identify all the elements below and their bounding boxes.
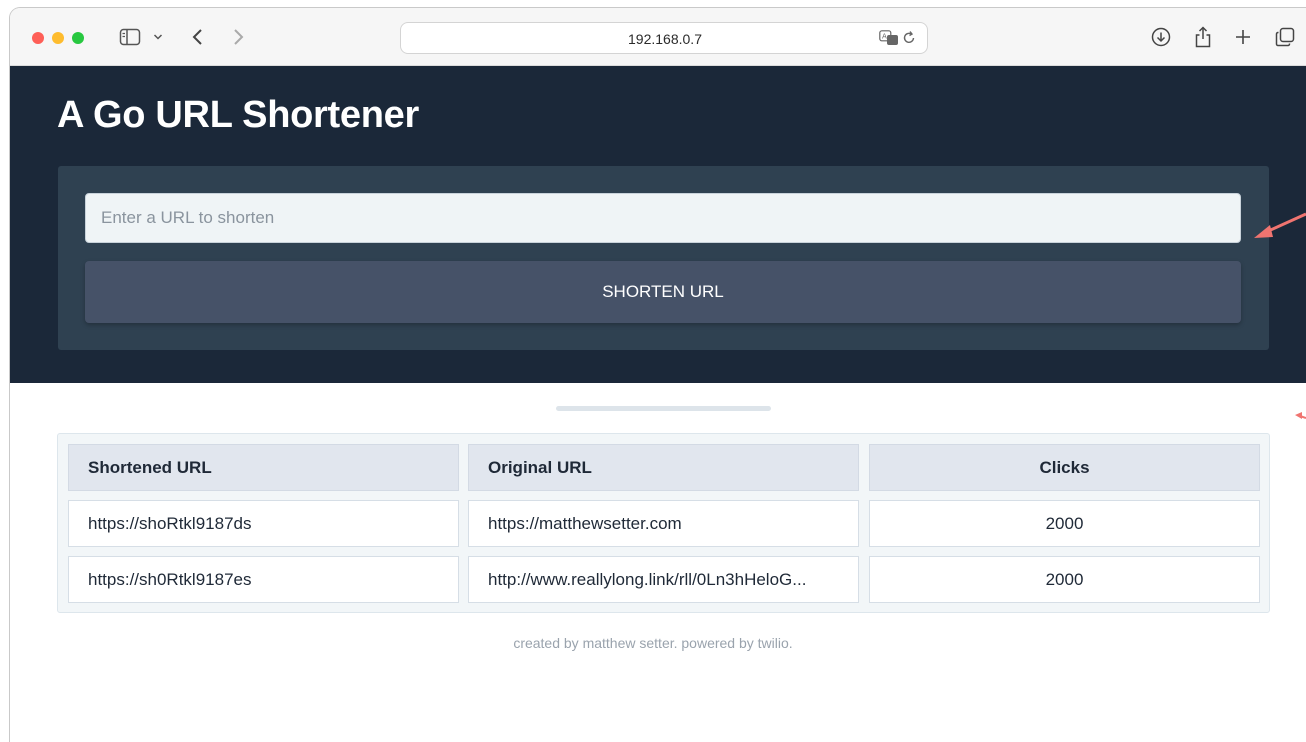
header-section: A Go URL Shortener SHORTEN URL bbox=[10, 66, 1306, 383]
download-icon[interactable] bbox=[1150, 26, 1172, 48]
table-cell-original-url[interactable]: http://www.reallylong.link/rll/0Ln3hHelo… bbox=[468, 556, 859, 603]
zoom-window-button[interactable] bbox=[72, 32, 84, 44]
browser-window: 192.168.0.7 A A Go URL Shortener SHORTEN… bbox=[10, 8, 1306, 742]
forward-icon[interactable] bbox=[228, 26, 248, 48]
browser-toolbar: 192.168.0.7 A bbox=[10, 8, 1306, 66]
shorten-url-button[interactable]: SHORTEN URL bbox=[85, 261, 1241, 323]
table-cell-clicks: 2000 bbox=[869, 500, 1260, 547]
page-title: A Go URL Shortener bbox=[57, 94, 419, 136]
minimize-window-button[interactable] bbox=[52, 32, 64, 44]
table-cell-shortened-url[interactable]: https://shoRtkl9187ds bbox=[68, 500, 459, 547]
annotation-arrow-icon bbox=[1254, 212, 1306, 238]
share-icon[interactable] bbox=[1193, 26, 1213, 48]
chevron-down-icon[interactable] bbox=[150, 26, 166, 48]
footer-text: created by matthew setter. powered by tw… bbox=[513, 635, 793, 651]
translate-icon[interactable]: A bbox=[879, 30, 899, 51]
table-cell-clicks: 2000 bbox=[869, 556, 1260, 603]
annotation-arrow-icon bbox=[1295, 412, 1306, 419]
column-header-original-url: Original URL bbox=[468, 444, 859, 491]
tab-overview-icon[interactable] bbox=[1274, 26, 1296, 48]
reload-icon[interactable] bbox=[901, 30, 917, 51]
address-text: 192.168.0.7 bbox=[628, 31, 702, 47]
column-header-shortened-url: Shortened URL bbox=[68, 444, 459, 491]
close-window-button[interactable] bbox=[32, 32, 44, 44]
divider bbox=[556, 406, 771, 411]
sidebar-toggle-icon[interactable] bbox=[118, 26, 142, 48]
back-icon[interactable] bbox=[188, 26, 208, 48]
table-cell-shortened-url[interactable]: https://sh0Rtkl9187es bbox=[68, 556, 459, 603]
table-cell-original-url[interactable]: https://matthewsetter.com bbox=[468, 500, 859, 547]
urls-table: Shortened URL Original URL Clicks https:… bbox=[57, 433, 1270, 613]
new-tab-icon[interactable] bbox=[1233, 26, 1253, 48]
svg-text:A: A bbox=[882, 33, 887, 41]
column-header-clicks: Clicks bbox=[869, 444, 1260, 491]
address-bar[interactable]: 192.168.0.7 A bbox=[400, 22, 928, 54]
shorten-form: SHORTEN URL bbox=[58, 166, 1269, 350]
url-input[interactable] bbox=[85, 193, 1241, 243]
